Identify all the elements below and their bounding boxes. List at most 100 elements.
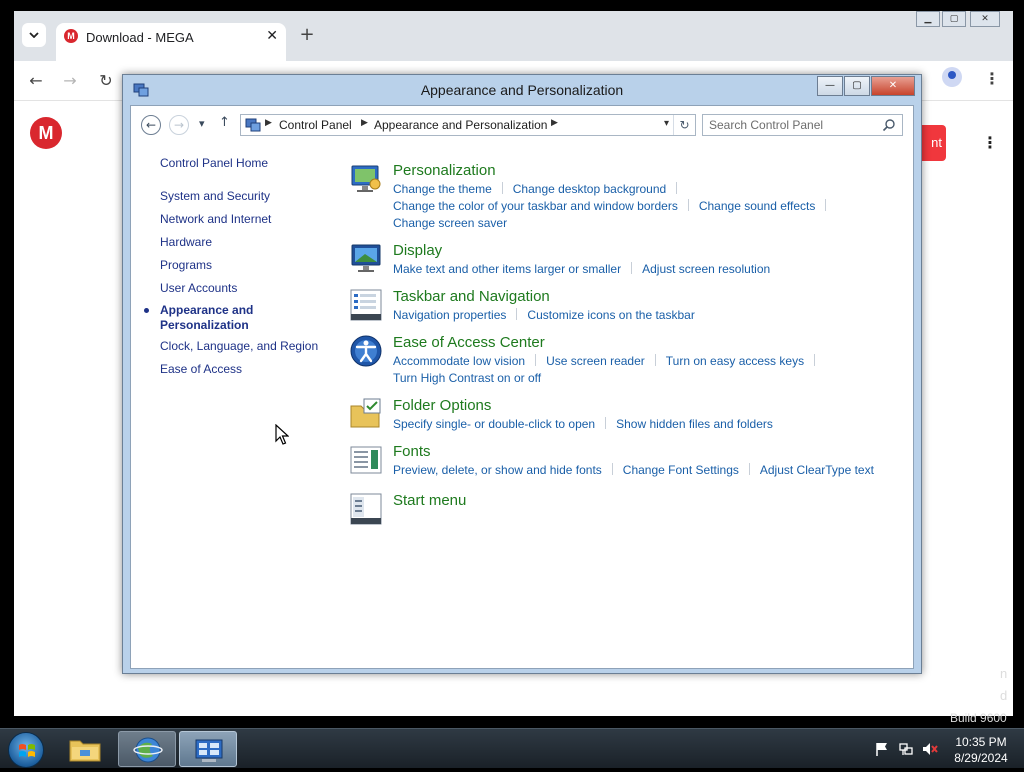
browser-restore-icon[interactable]: ▢ — [942, 11, 966, 27]
change-sound-effects-link[interactable]: Change sound effects — [699, 199, 816, 213]
mega-logo-icon[interactable]: M — [30, 117, 62, 149]
specify-click-to-open-link[interactable]: Specify single- or double-click to open — [393, 417, 595, 431]
tab-title: Download - MEGA — [86, 30, 194, 45]
link-separator — [631, 262, 633, 274]
search-input[interactable] — [709, 117, 879, 133]
change-theme-link[interactable]: Change the theme — [393, 182, 492, 196]
task-link-row: Navigation properties Customize icons on … — [393, 308, 695, 322]
link-separator — [687, 199, 689, 211]
recent-locations-chevron-icon[interactable]: ▾ — [199, 117, 205, 130]
link-separator — [535, 354, 537, 366]
taskbar-file-explorer[interactable] — [56, 731, 114, 767]
control-panel-icon — [195, 739, 223, 762]
link-separator — [516, 308, 518, 320]
window-close-button[interactable]: ✕ — [871, 76, 915, 96]
browser-back-icon[interactable]: ← — [24, 69, 48, 93]
sidebar-item-control-panel-home[interactable]: Control Panel Home — [160, 156, 268, 170]
browser-close-icon[interactable]: ✕ — [970, 11, 1000, 27]
breadcrumb-arrow-icon[interactable]: ▶ — [551, 118, 558, 128]
window-content: ← → ▾ ↑ ▶ Control Panel ▶ Appearance and… — [130, 105, 914, 669]
sidebar-item-user-accounts[interactable]: User Accounts — [160, 281, 237, 295]
network-icon[interactable] — [898, 741, 914, 757]
breadcrumb-arrow-icon[interactable]: ▶ — [265, 118, 272, 128]
sidebar-item-ease-of-access[interactable]: Ease of Access — [160, 362, 242, 376]
adjust-screen-resolution-link[interactable]: Adjust screen resolution — [642, 262, 770, 276]
browser-menu-icon[interactable]: ⋮ — [984, 69, 1000, 88]
display-title[interactable]: Display — [393, 242, 442, 259]
start-menu-title[interactable]: Start menu — [393, 492, 466, 509]
back-button[interactable]: ← — [141, 115, 161, 135]
sidebar-item-system-security[interactable]: System and Security — [160, 189, 270, 203]
address-bar[interactable]: ▶ Control Panel ▶ Appearance and Persona… — [240, 114, 696, 136]
turn-on-easy-access-keys-link[interactable]: Turn on easy access keys — [666, 354, 804, 368]
change-desktop-background-link[interactable]: Change desktop background — [513, 182, 666, 196]
folder-options-title[interactable]: Folder Options — [393, 397, 491, 414]
sidebar-current-label: Appearance and — [160, 303, 254, 317]
window-maximize-button[interactable]: ▢ — [844, 76, 870, 96]
tab-close-icon[interactable]: ✕ — [266, 28, 278, 44]
window-title: Appearance and Personalization — [420, 82, 624, 98]
customize-taskbar-icons-link[interactable]: Customize icons on the taskbar — [527, 308, 694, 322]
browser-reload-icon[interactable]: ↻ — [94, 69, 118, 93]
accommodate-low-vision-link[interactable]: Accommodate low vision — [393, 354, 525, 368]
breadcrumb-arrow-icon[interactable]: ▶ — [361, 118, 368, 128]
windows-logo-icon — [19, 744, 35, 757]
sidebar-current-label: Personalization — [160, 318, 249, 332]
search-box[interactable] — [702, 114, 903, 136]
fonts-title[interactable]: Fonts — [393, 443, 431, 460]
browser-tab-strip: M Download - MEGA ✕ + ▁ ▢ ✕ — [14, 11, 1013, 61]
breadcrumb-control-panel[interactable]: Control Panel — [279, 118, 352, 132]
sidebar-item-network-internet[interactable]: Network and Internet — [160, 212, 271, 226]
task-link-row: Make text and other items larger or smal… — [393, 262, 770, 276]
start-button[interactable] — [8, 732, 44, 768]
taskbar-control-panel[interactable] — [179, 731, 237, 767]
file-explorer-icon — [69, 740, 101, 762]
new-tab-button[interactable]: + — [297, 25, 317, 45]
link-separator — [501, 182, 503, 194]
window-minimize-button[interactable]: — — [817, 76, 843, 96]
task-link-row: Change the color of your taskbar and win… — [393, 199, 836, 213]
turn-high-contrast-link[interactable]: Turn High Contrast on or off — [393, 371, 541, 385]
up-one-level-icon[interactable]: ↑ — [219, 115, 230, 130]
breadcrumb-appearance[interactable]: Appearance and Personalization — [374, 118, 547, 132]
show-hidden-files-link[interactable]: Show hidden files and folders — [616, 417, 773, 431]
link-separator — [654, 354, 656, 366]
browser-globe-icon — [133, 737, 163, 763]
tab-search-chevron-icon[interactable] — [22, 23, 46, 47]
volume-muted-icon[interactable] — [922, 741, 938, 757]
make-text-larger-link[interactable]: Make text and other items larger or smal… — [393, 262, 621, 276]
sidebar-item-hardware[interactable]: Hardware — [160, 235, 212, 249]
taskbar-navigation-title[interactable]: Taskbar and Navigation — [393, 288, 550, 305]
taskbar-browser[interactable] — [118, 731, 176, 767]
refresh-icon[interactable]: ↻ — [673, 115, 695, 135]
sidebar-item-programs[interactable]: Programs — [160, 258, 212, 272]
personalization-title[interactable]: Personalization — [393, 162, 496, 179]
navigation-properties-link[interactable]: Navigation properties — [393, 308, 506, 322]
mega-more-icon[interactable]: ⋮ — [982, 133, 998, 152]
desktop-text-fragment: n — [1000, 666, 1008, 681]
browser-minimize-icon[interactable]: ▁ — [916, 11, 940, 27]
mouse-pointer-icon — [275, 424, 289, 445]
folder-options-icon — [350, 398, 381, 428]
preview-delete-fonts-link[interactable]: Preview, delete, or show and hide fonts — [393, 463, 602, 477]
change-screen-saver-link[interactable]: Change screen saver — [393, 216, 507, 230]
task-link-row: Change screen saver — [393, 216, 507, 230]
browser-forward-icon[interactable]: → — [58, 69, 82, 93]
ease-of-access-center-title[interactable]: Ease of Access Center — [393, 334, 545, 351]
link-separator — [605, 417, 607, 429]
use-screen-reader-link[interactable]: Use screen reader — [546, 354, 645, 368]
action-center-flag-icon[interactable] — [874, 741, 890, 757]
browser-tab-mega[interactable]: M Download - MEGA ✕ — [56, 23, 286, 61]
system-clock[interactable]: 10:35 PM 8/29/2024 — [942, 734, 1020, 766]
sidebar-item-clock-language-region[interactable]: Clock, Language, and Region — [160, 339, 318, 353]
mega-action-button[interactable]: nt — [922, 125, 946, 161]
search-icon[interactable] — [882, 118, 896, 132]
adjust-cleartype-text-link[interactable]: Adjust ClearType text — [760, 463, 874, 477]
window-titlebar[interactable]: Appearance and Personalization — ▢ ✕ — [123, 75, 921, 105]
address-dropdown-icon[interactable]: ▾ — [664, 118, 669, 129]
change-font-settings-link[interactable]: Change Font Settings — [623, 463, 739, 477]
profile-avatar-icon[interactable] — [942, 67, 962, 87]
change-taskbar-color-link[interactable]: Change the color of your taskbar and win… — [393, 199, 678, 213]
link-separator — [814, 354, 816, 366]
forward-button[interactable]: → — [169, 115, 189, 135]
